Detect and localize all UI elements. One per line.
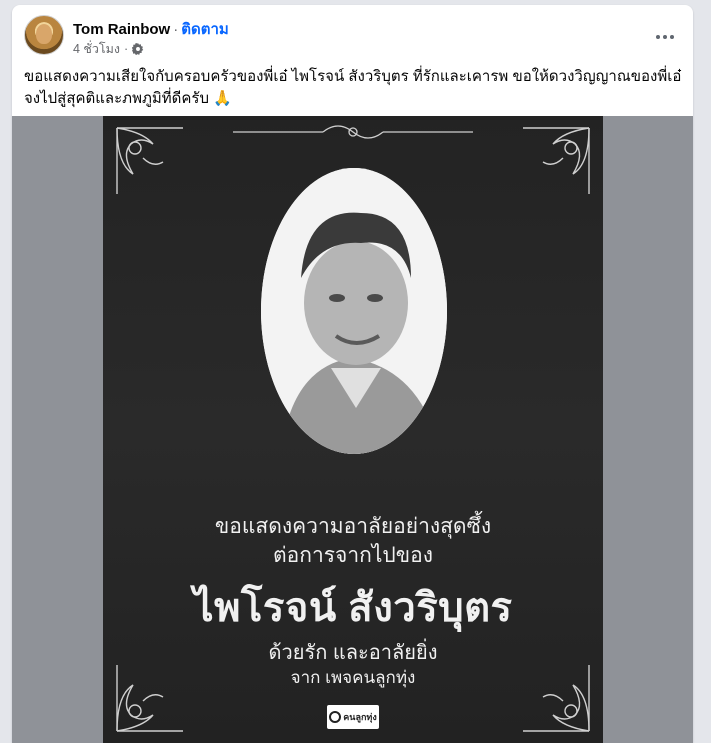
author-line: Tom Rainbow · ติดตาม <box>73 17 229 41</box>
more-horizontal-icon <box>656 35 660 39</box>
flourish-ornament-icon <box>233 125 473 139</box>
logo-mark-icon <box>329 711 342 723</box>
gear-icon[interactable] <box>132 43 144 55</box>
separator-dot: · <box>124 42 129 56</box>
memorial-portrait <box>261 168 447 454</box>
more-horizontal-icon <box>663 35 667 39</box>
logo-text: คนลูกทุ่ง <box>343 712 377 722</box>
post-header: Tom Rainbow · ติดตาม 4 ชั่วโมง · <box>12 5 693 65</box>
poster-from-line: จาก เพจคนลูกทุ่ง <box>290 668 416 687</box>
portrait-photo <box>261 168 447 454</box>
corner-ornament-icon <box>523 127 590 194</box>
more-options-button[interactable] <box>647 19 683 55</box>
author-name[interactable]: Tom Rainbow <box>73 21 170 38</box>
post-meta: 4 ชั่วโมง · <box>73 39 144 59</box>
corner-ornament-icon <box>116 127 183 194</box>
memorial-poster: ขอแสดงความอาลัยอย่างสุดซึ้ง ต่อการจากไปข… <box>103 116 603 743</box>
post-text: ขอแสดงความเสียใจกับครอบครัวของพี่เอ๋ ไพโ… <box>24 68 682 107</box>
post-timestamp[interactable]: 4 ชั่วโมง <box>73 39 120 59</box>
author-avatar[interactable] <box>24 15 64 55</box>
follow-button[interactable]: ติดตาม <box>181 21 229 38</box>
separator-dot: · <box>173 21 179 38</box>
page-logo: คนลูกทุ่ง <box>327 705 379 729</box>
more-horizontal-icon <box>670 35 674 39</box>
post-card: Tom Rainbow · ติดตาม 4 ชั่วโมง · ขอแสดงควา… <box>12 5 693 743</box>
post-photo[interactable]: ขอแสดงความอาลัยอย่างสุดซึ้ง ต่อการจากไปข… <box>12 116 693 743</box>
poster-deceased-name: ไพโรจน์ สังวริบุตร <box>193 586 513 630</box>
poster-subtitle-line: ต่อการจากไปของ <box>273 544 433 567</box>
